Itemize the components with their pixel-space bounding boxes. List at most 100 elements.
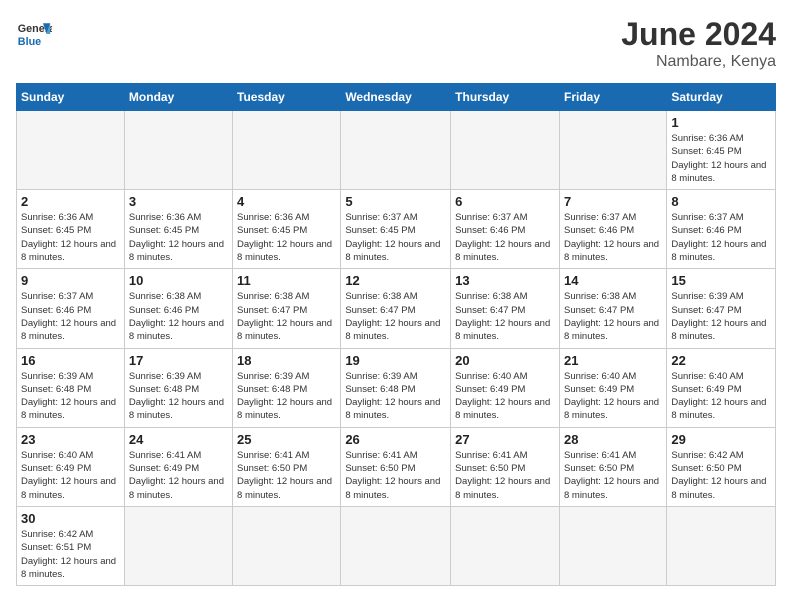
day-number: 26 (345, 432, 446, 447)
calendar-cell: 16Sunrise: 6:39 AMSunset: 6:48 PMDayligh… (17, 348, 125, 427)
calendar-cell: 2 Sunrise: 6:36 AMSunset: 6:45 PMDaylight… (17, 190, 125, 269)
calendar-cell: 26 Sunrise: 6:41 AMSunset: 6:50 PMDayligh… (341, 427, 451, 506)
day-info: Sunrise: 6:37 AMSunset: 6:46 PMDaylight:… (21, 290, 120, 343)
weekday-header: Saturday (667, 84, 776, 111)
day-number: 13 (455, 273, 555, 288)
day-number: 6 (455, 194, 555, 209)
day-number: 24 (129, 432, 228, 447)
day-info: Sunrise: 6:37 AMSunset: 6:46 PMDaylight:… (671, 211, 771, 264)
calendar-table: SundayMondayTuesdayWednesdayThursdayFrid… (16, 83, 776, 586)
day-info: Sunrise: 6:37 AMSunset: 6:45 PMDaylight:… (345, 211, 446, 264)
day-info: Sunrise: 6:40 AMSunset: 6:49 PMDaylight:… (564, 370, 662, 423)
calendar-cell: 21 Sunrise: 6:40 AMSunset: 6:49 PMDayligh… (559, 348, 666, 427)
calendar-cell: 27 Sunrise: 6:41 AMSunset: 6:50 PMDayligh… (451, 427, 560, 506)
day-info: Sunrise: 6:36 AMSunset: 6:45 PMDaylight:… (129, 211, 228, 264)
calendar-cell: 3Sunrise: 6:36 AMSunset: 6:45 PMDaylight… (124, 190, 232, 269)
day-info: Sunrise: 6:38 AMSunset: 6:47 PMDaylight:… (455, 290, 555, 343)
day-number: 12 (345, 273, 446, 288)
calendar-title: June 2024 (621, 16, 776, 53)
weekday-header: Thursday (451, 84, 560, 111)
weekday-header: Friday (559, 84, 666, 111)
day-number: 21 (564, 353, 662, 368)
calendar-cell (667, 506, 776, 585)
day-number: 9 (21, 273, 120, 288)
day-info: Sunrise: 6:40 AMSunset: 6:49 PMDaylight:… (21, 449, 120, 502)
calendar-cell: 14 Sunrise: 6:38 AMSunset: 6:47 PMDayligh… (559, 269, 666, 348)
day-number: 20 (455, 353, 555, 368)
day-number: 1 (671, 115, 771, 130)
day-info: Sunrise: 6:37 AMSunset: 6:46 PMDaylight:… (455, 211, 555, 264)
calendar-cell (124, 111, 232, 190)
calendar-subtitle: Nambare, Kenya (621, 53, 776, 71)
calendar-cell (233, 111, 341, 190)
day-info: Sunrise: 6:38 AMSunset: 6:46 PMDaylight:… (129, 290, 228, 343)
calendar-cell: 23Sunrise: 6:40 AMSunset: 6:49 PMDayligh… (17, 427, 125, 506)
calendar-cell (17, 111, 125, 190)
calendar-cell: 8 Sunrise: 6:37 AMSunset: 6:46 PMDaylight… (667, 190, 776, 269)
day-info: Sunrise: 6:40 AMSunset: 6:49 PMDaylight:… (671, 370, 771, 423)
day-info: Sunrise: 6:36 AMSunset: 6:45 PMDaylight:… (671, 132, 771, 185)
day-number: 17 (129, 353, 228, 368)
day-info: Sunrise: 6:41 AMSunset: 6:50 PMDaylight:… (455, 449, 555, 502)
calendar-cell: 30 Sunrise: 6:42 AMSunset: 6:51 PMDayligh… (17, 506, 125, 585)
svg-text:Blue: Blue (18, 36, 41, 48)
calendar-cell: 13 Sunrise: 6:38 AMSunset: 6:47 PMDayligh… (451, 269, 560, 348)
day-info: Sunrise: 6:41 AMSunset: 6:49 PMDaylight:… (129, 449, 228, 502)
calendar-cell: 22 Sunrise: 6:40 AMSunset: 6:49 PMDayligh… (667, 348, 776, 427)
day-number: 28 (564, 432, 662, 447)
logo: General Blue (16, 16, 52, 52)
day-info: Sunrise: 6:38 AMSunset: 6:47 PMDaylight:… (564, 290, 662, 343)
calendar-cell: 6 Sunrise: 6:37 AMSunset: 6:46 PMDaylight… (451, 190, 560, 269)
day-number: 14 (564, 273, 662, 288)
logo-icon: General Blue (16, 16, 52, 52)
day-info: Sunrise: 6:39 AMSunset: 6:48 PMDaylight:… (129, 370, 228, 423)
calendar-cell: 9 Sunrise: 6:37 AMSunset: 6:46 PMDaylight… (17, 269, 125, 348)
calendar-cell: 28 Sunrise: 6:41 AMSunset: 6:50 PMDayligh… (559, 427, 666, 506)
day-info: Sunrise: 6:41 AMSunset: 6:50 PMDaylight:… (564, 449, 662, 502)
calendar-cell (559, 506, 666, 585)
day-number: 22 (671, 353, 771, 368)
day-info: Sunrise: 6:36 AMSunset: 6:45 PMDaylight:… (21, 211, 120, 264)
calendar-cell: 24 Sunrise: 6:41 AMSunset: 6:49 PMDayligh… (124, 427, 232, 506)
day-number: 19 (345, 353, 446, 368)
day-number: 4 (237, 194, 336, 209)
day-number: 10 (129, 273, 228, 288)
weekday-header: Sunday (17, 84, 125, 111)
weekday-header: Tuesday (233, 84, 341, 111)
day-info: Sunrise: 6:36 AMSunset: 6:45 PMDaylight:… (237, 211, 336, 264)
day-number: 8 (671, 194, 771, 209)
calendar-cell: 1 Sunrise: 6:36 AMSunset: 6:45 PMDaylight… (667, 111, 776, 190)
day-number: 25 (237, 432, 336, 447)
day-info: Sunrise: 6:38 AMSunset: 6:47 PMDaylight:… (345, 290, 446, 343)
calendar-cell: 20 Sunrise: 6:40 AMSunset: 6:49 PMDayligh… (451, 348, 560, 427)
day-info: Sunrise: 6:42 AMSunset: 6:51 PMDaylight:… (21, 528, 120, 581)
calendar-cell: 4 Sunrise: 6:36 AMSunset: 6:45 PMDaylight… (233, 190, 341, 269)
day-number: 16 (21, 353, 120, 368)
calendar-cell (559, 111, 666, 190)
calendar-cell (341, 506, 451, 585)
day-number: 29 (671, 432, 771, 447)
day-info: Sunrise: 6:39 AMSunset: 6:48 PMDaylight:… (345, 370, 446, 423)
calendar-cell: 11Sunrise: 6:38 AMSunset: 6:47 PMDayligh… (233, 269, 341, 348)
day-number: 2 (21, 194, 120, 209)
calendar-cell: 10 Sunrise: 6:38 AMSunset: 6:46 PMDayligh… (124, 269, 232, 348)
calendar-cell: 29 Sunrise: 6:42 AMSunset: 6:50 PMDayligh… (667, 427, 776, 506)
calendar-cell (451, 506, 560, 585)
day-number: 27 (455, 432, 555, 447)
calendar-cell: 15Sunrise: 6:39 AMSunset: 6:47 PMDayligh… (667, 269, 776, 348)
day-info: Sunrise: 6:37 AMSunset: 6:46 PMDaylight:… (564, 211, 662, 264)
day-info: Sunrise: 6:40 AMSunset: 6:49 PMDaylight:… (455, 370, 555, 423)
day-info: Sunrise: 6:42 AMSunset: 6:50 PMDaylight:… (671, 449, 771, 502)
calendar-cell: 19 Sunrise: 6:39 AMSunset: 6:48 PMDayligh… (341, 348, 451, 427)
weekday-header: Wednesday (341, 84, 451, 111)
calendar-cell (124, 506, 232, 585)
calendar-cell: 5Sunrise: 6:37 AMSunset: 6:45 PMDaylight… (341, 190, 451, 269)
calendar-cell (341, 111, 451, 190)
title-block: June 2024 Nambare, Kenya (621, 16, 776, 71)
day-number: 15 (671, 273, 771, 288)
day-number: 30 (21, 511, 120, 526)
day-info: Sunrise: 6:41 AMSunset: 6:50 PMDaylight:… (345, 449, 446, 502)
calendar-cell: 18Sunrise: 6:39 AMSunset: 6:48 PMDayligh… (233, 348, 341, 427)
day-info: Sunrise: 6:41 AMSunset: 6:50 PMDaylight:… (237, 449, 336, 502)
calendar-cell: 17 Sunrise: 6:39 AMSunset: 6:48 PMDayligh… (124, 348, 232, 427)
